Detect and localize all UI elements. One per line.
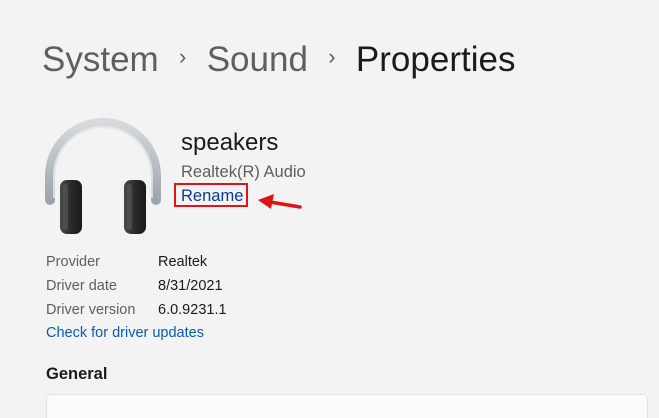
check-driver-updates-link[interactable]: Check for driver updates <box>46 321 204 345</box>
chevron-right-icon: › <box>328 44 336 69</box>
rename-link[interactable]: Rename <box>181 185 243 207</box>
device-description: Realtek(R) Audio <box>181 163 306 181</box>
headphones-icon <box>44 118 162 243</box>
property-label: Driver version <box>46 302 136 318</box>
page-title: Properties <box>355 40 516 79</box>
property-row: Driver version 6.0.9231.1 <box>46 298 227 322</box>
general-settings-card[interactable] <box>46 394 648 418</box>
annotation-arrow-icon <box>254 191 302 218</box>
breadcrumb-system[interactable]: System <box>42 38 159 82</box>
device-name: speakers <box>181 129 279 156</box>
breadcrumb-sound[interactable]: Sound <box>207 38 308 82</box>
general-section-title: General <box>46 365 108 383</box>
property-value: Realtek <box>158 254 208 270</box>
chevron-right-icon: › <box>179 44 187 69</box>
property-row: Provider Realtek <box>46 250 227 274</box>
property-value: 6.0.9231.1 <box>158 302 227 318</box>
property-value: 8/31/2021 <box>158 278 223 294</box>
sound-properties-page: System › Sound › Properties speakers Rea… <box>0 0 659 418</box>
property-row: Driver date 8/31/2021 <box>46 274 227 298</box>
property-label: Driver date <box>46 278 117 294</box>
property-label: Provider <box>46 254 100 270</box>
driver-properties: Provider Realtek Driver date 8/31/2021 D… <box>46 250 227 322</box>
breadcrumb: System › Sound › Properties <box>42 38 515 82</box>
